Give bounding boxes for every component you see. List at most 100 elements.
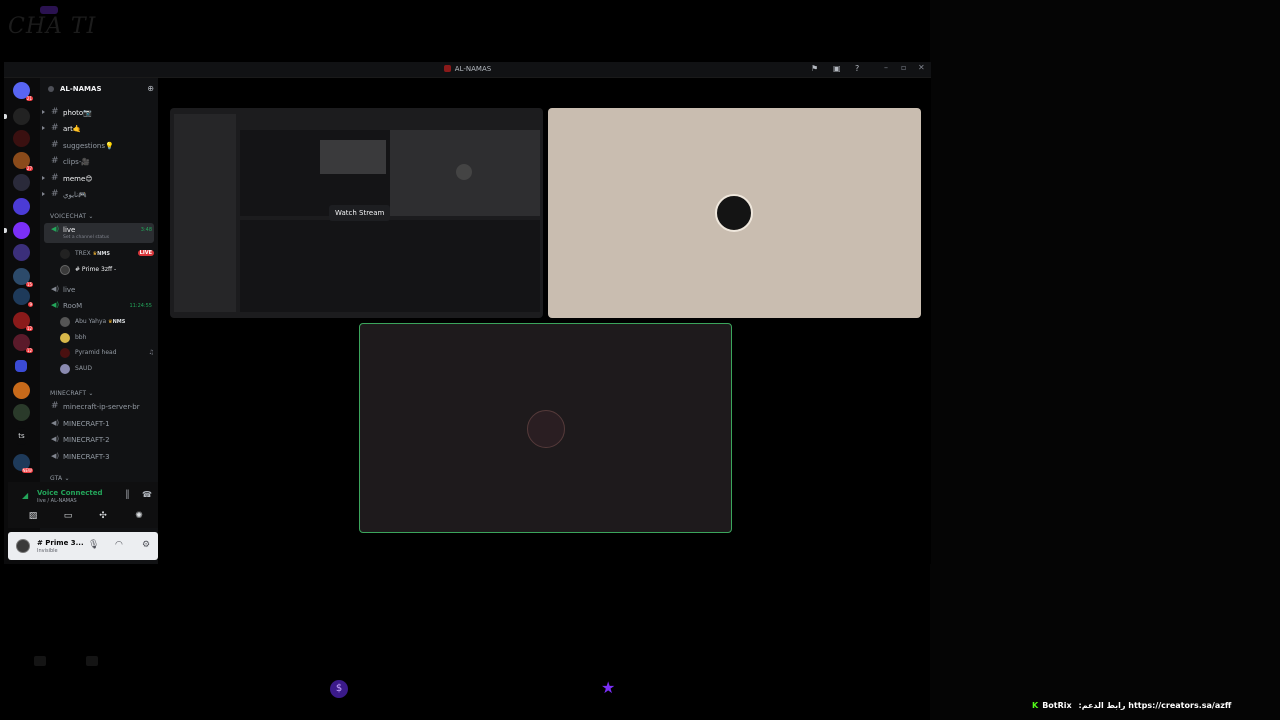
server-icon[interactable] [13,404,30,421]
server-icon[interactable] [13,382,30,399]
discord-window: AL-NAMAS ⚑ ▣ ? – ▫ ✕ 21 27 15 9 12 12 ts… [4,62,931,564]
self-tile[interactable] [359,323,732,533]
voice-channel-minecraft-1[interactable]: ◀) MINECRAFT-1 [44,417,154,431]
stream-tile[interactable]: Watch Stream [170,108,543,318]
avatar[interactable] [16,539,30,553]
avatar [60,333,70,343]
invite-icon[interactable]: ⊕ [147,84,154,93]
guild-icon [48,86,54,92]
server-icon[interactable] [4,222,30,239]
activities-icon[interactable]: ✣ [88,511,118,525]
voice-user-saud[interactable]: SAUD [60,362,156,376]
user-avatar [527,410,565,448]
microphone-icon[interactable]: 🎙 [88,540,99,550]
hashtag-icon: # [51,156,59,166]
category-minecraft[interactable]: MINECRAFT ⌄ [50,390,94,397]
folder-icon[interactable] [15,360,27,372]
server-icon[interactable] [13,198,30,215]
guild-header[interactable]: AL-NAMAS ⊕ [40,78,158,100]
server-icon[interactable]: 9 [13,288,33,307]
avatar [60,364,70,374]
server-icon[interactable]: 15 [13,268,33,287]
headphones-icon[interactable]: ◠ [115,540,123,550]
watch-stream-button[interactable]: Watch Stream [329,205,391,221]
hashtag-icon: # [51,107,59,117]
category-gta[interactable]: GTA ⌄ [50,475,70,482]
camera-off-icon[interactable]: ▨ [18,511,48,525]
speaker-icon: ◀) [51,225,60,233]
voice-user-pyramid-head[interactable]: Pyramid head ♫ [60,346,156,360]
unread-pip [4,114,7,119]
voice-channel-minecraft-2[interactable]: ◀) MINECRAFT-2 [44,433,154,447]
channel-art[interactable]: # art🤙 [42,122,154,136]
speaker-icon: ◀) [51,301,60,309]
channel-arabic[interactable]: # نايوي🎮 [42,188,154,202]
server-icon[interactable] [4,108,30,125]
collapse-arrow-icon [42,176,45,180]
server-icon[interactable] [13,174,30,191]
decorative-shape [86,656,98,666]
ts-server-icon[interactable]: ts [13,428,30,445]
disconnect-icon[interactable]: ☎ [142,490,152,499]
hashtag-icon: # [51,140,59,150]
watermark-mark [40,6,58,14]
collapse-arrow-icon [42,126,45,130]
channel-minecraft-ip[interactable]: # minecraft-ip-server-br [44,400,154,414]
screen-share-icon[interactable]: ▭ [53,511,83,525]
stream-preview [240,220,540,312]
server-icon[interactable]: 12 [13,312,33,331]
stream-watermark: CHA TI [8,14,97,39]
botrix-overlay: K BotRix :رابط الدعم https://creators.sa/… [1032,701,1232,710]
inbox-icon[interactable]: ▣ [833,64,841,73]
collapse-arrow-icon [42,192,45,196]
flag-icon[interactable]: ⚑ [811,64,818,73]
voice-location[interactable]: live / AL-NAMAS [37,498,77,504]
voice-channel-live-2[interactable]: ◀) live [44,283,154,297]
server-icon[interactable] [13,244,30,261]
camera-tile[interactable] [548,108,921,318]
voice-user-trex[interactable]: TREX ♛NMS LIVE [60,247,156,261]
voice-user-bbh[interactable]: bbh [60,331,156,345]
voice-connected-label[interactable]: Voice Connected [37,489,103,497]
collapse-arrow-icon [42,110,45,114]
avatar [60,249,70,259]
channel-clips[interactable]: # clips-🎥 [44,155,154,169]
decorative-shape [34,656,46,666]
help-icon[interactable]: ? [855,64,859,73]
channel-suggestions[interactable]: # suggestions💡 [44,139,154,153]
server-icon[interactable]: 27 [13,152,33,171]
signal-icon: ◢ [22,491,29,500]
direct-messages-icon[interactable]: 21 [13,82,33,101]
stream-preview [320,140,386,174]
kick-icon: K [1032,701,1039,710]
settings-gear-icon[interactable]: ⚙ [142,540,150,550]
coin-icon: $ [330,680,348,698]
user-panel: # Prime 3... Invisible 🎙 ◠ ⚙ [8,532,158,560]
voice-user-abu-yahya[interactable]: Abu Yahya ♛NMS [60,315,156,329]
maximize-button[interactable]: ▫ [901,63,906,72]
avatar [60,348,70,358]
server-icon[interactable]: NEW [13,454,33,473]
channel-meme[interactable]: # meme😊 [42,172,154,186]
minimize-button[interactable]: – [884,63,888,72]
speaker-icon: ◀) [51,435,60,443]
hashtag-icon: # [51,401,59,411]
speaker-icon: ◀) [51,452,60,460]
speaker-icon: ◀) [51,285,60,293]
close-button[interactable]: ✕ [918,63,925,72]
speaker-icon: ◀) [51,419,60,427]
noise-suppression-icon[interactable]: ║ [125,490,130,499]
voice-channel-live[interactable]: ◀) live 3:48 Set a channel status [44,223,154,243]
channel-photo[interactable]: # photo📷 [42,106,154,120]
voice-user-prime[interactable]: # Prime 3zff - [60,263,156,277]
stream-preview [174,114,236,312]
window-title: AL-NAMAS [4,65,931,73]
soundboard-icon[interactable]: ✺ [124,511,154,525]
unread-pip [4,228,7,233]
voice-channel-minecraft-3[interactable]: ◀) MINECRAFT-3 [44,450,154,464]
voice-channel-room[interactable]: ◀) RooM 11:24:55 [44,299,154,313]
server-icon[interactable]: 12 [13,334,33,353]
server-icon[interactable] [13,130,30,147]
category-voicechat[interactable]: VOICECHAT ⌄ [50,213,94,220]
hashtag-icon: # [51,189,59,199]
